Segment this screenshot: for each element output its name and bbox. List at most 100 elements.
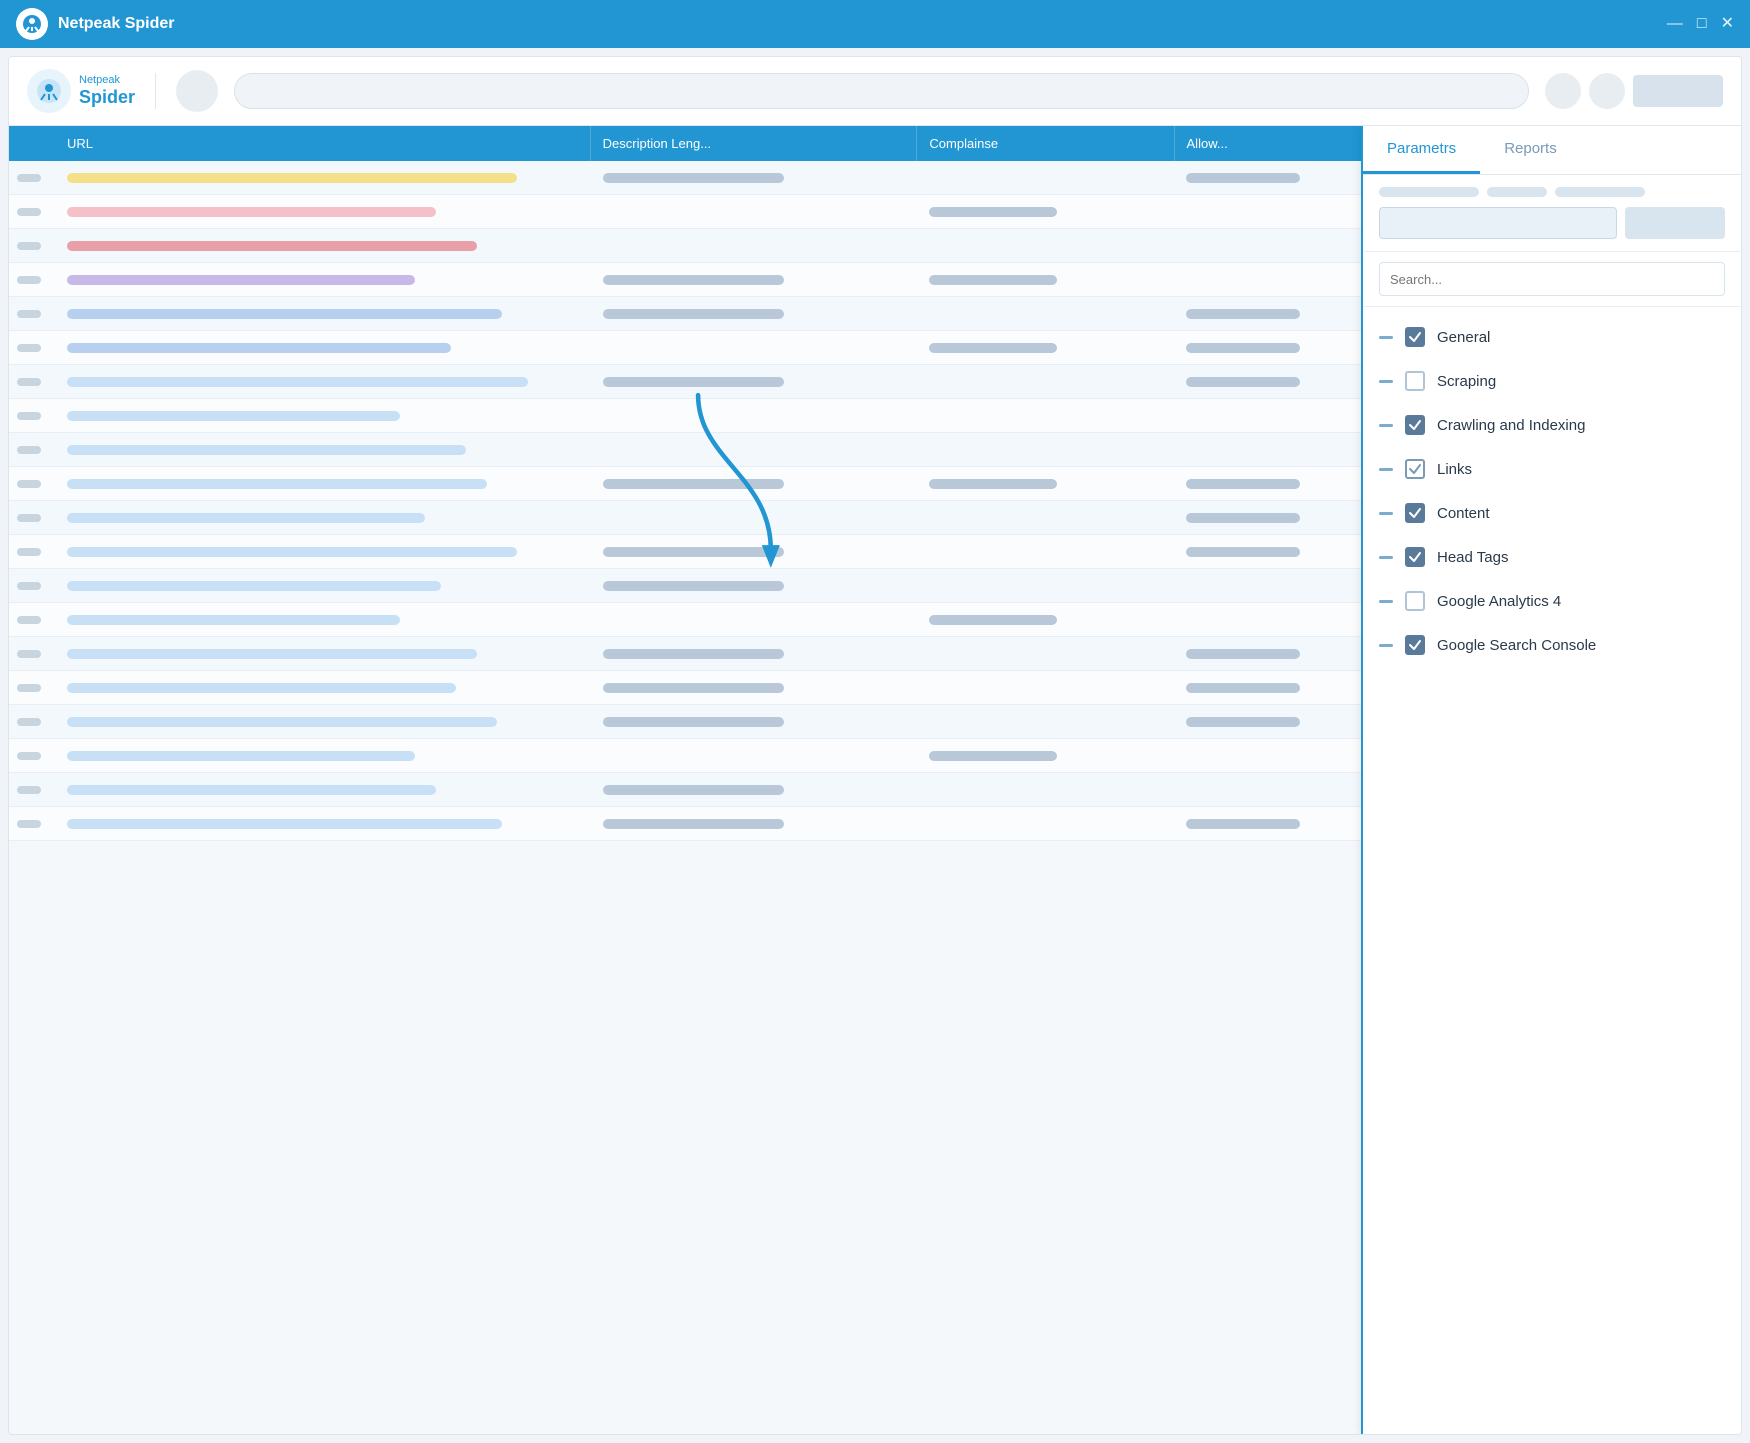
table-row[interactable] xyxy=(9,671,1361,705)
param-checkbox[interactable] xyxy=(1405,635,1425,655)
toolbar-main-button[interactable] xyxy=(1633,75,1723,107)
table-row[interactable] xyxy=(9,705,1361,739)
dash-icon xyxy=(1379,468,1393,471)
col-header-num xyxy=(9,126,55,161)
col-header-url[interactable]: URL xyxy=(55,126,591,161)
param-label: Content xyxy=(1437,505,1490,522)
table-row[interactable] xyxy=(9,501,1361,535)
cell-desc xyxy=(591,645,918,663)
table-row[interactable] xyxy=(9,331,1361,365)
cell-desc xyxy=(591,242,918,250)
cell-desc xyxy=(591,271,918,289)
col-header-allow[interactable]: Allow... xyxy=(1175,126,1361,161)
cell-allow xyxy=(1174,679,1361,697)
param-label: Scraping xyxy=(1437,373,1496,390)
cell-num xyxy=(9,340,55,356)
table-row[interactable] xyxy=(9,535,1361,569)
cell-desc xyxy=(591,475,918,493)
param-checkbox[interactable] xyxy=(1405,415,1425,435)
minimize-button[interactable]: — xyxy=(1667,16,1683,32)
param-checkbox[interactable] xyxy=(1405,371,1425,391)
app-title: Netpeak Spider xyxy=(58,15,1667,33)
cell-comp xyxy=(917,747,1174,765)
dash-icon xyxy=(1379,336,1393,339)
tab-parametrs[interactable]: Parametrs xyxy=(1363,126,1480,174)
table-row[interactable] xyxy=(9,399,1361,433)
table-row[interactable] xyxy=(9,773,1361,807)
table-row[interactable] xyxy=(9,195,1361,229)
cell-num xyxy=(9,578,55,594)
cell-comp xyxy=(917,611,1174,629)
table-row[interactable] xyxy=(9,263,1361,297)
table-row[interactable] xyxy=(9,603,1361,637)
table-row[interactable] xyxy=(9,739,1361,773)
toolbar-action-1[interactable] xyxy=(1545,73,1581,109)
param-item-content[interactable]: Content xyxy=(1363,491,1741,535)
cell-allow xyxy=(1174,616,1361,624)
toolbar-avatar xyxy=(176,70,218,112)
cell-comp xyxy=(917,412,1174,420)
param-item-google-search-console[interactable]: Google Search Console xyxy=(1363,623,1741,667)
param-label: Links xyxy=(1437,461,1472,478)
app-frame: Netpeak Spider URL Description Leng... C… xyxy=(8,56,1742,1435)
cell-url xyxy=(55,577,591,595)
param-item-links[interactable]: Links xyxy=(1363,447,1741,491)
col-header-comp[interactable]: Complainse xyxy=(917,126,1174,161)
brand-top: Netpeak xyxy=(79,74,135,87)
cell-url xyxy=(55,645,591,663)
tab-reports[interactable]: Reports xyxy=(1480,126,1581,174)
cell-comp xyxy=(917,446,1174,454)
ctrl-ph-2 xyxy=(1487,187,1547,197)
toolbar-action-2[interactable] xyxy=(1589,73,1625,109)
cell-num xyxy=(9,612,55,628)
param-checkbox[interactable] xyxy=(1405,591,1425,611)
param-checkbox[interactable] xyxy=(1405,459,1425,479)
table-row[interactable] xyxy=(9,807,1361,841)
cell-url xyxy=(55,679,591,697)
table-row[interactable] xyxy=(9,637,1361,671)
panel-tabs: Parametrs Reports xyxy=(1363,126,1741,175)
maximize-button[interactable]: □ xyxy=(1697,16,1707,32)
cell-desc xyxy=(591,208,918,216)
param-item-scraping[interactable]: Scraping xyxy=(1363,359,1741,403)
param-item-general[interactable]: General xyxy=(1363,315,1741,359)
table-row[interactable] xyxy=(9,433,1361,467)
ctrl-button[interactable] xyxy=(1625,207,1725,239)
panel-controls xyxy=(1363,175,1741,252)
param-checkbox[interactable] xyxy=(1405,327,1425,347)
param-item-crawling-and-indexing[interactable]: Crawling and Indexing xyxy=(1363,403,1741,447)
param-item-head-tags[interactable]: Head Tags xyxy=(1363,535,1741,579)
table-row[interactable] xyxy=(9,161,1361,195)
ctrl-select[interactable] xyxy=(1379,207,1617,239)
panel-search xyxy=(1363,252,1741,307)
table-row[interactable] xyxy=(9,467,1361,501)
table-row[interactable] xyxy=(9,229,1361,263)
cell-desc xyxy=(591,616,918,624)
cell-url xyxy=(55,373,591,391)
search-input[interactable] xyxy=(1379,262,1725,296)
cell-num xyxy=(9,680,55,696)
col-header-desc[interactable]: Description Leng... xyxy=(591,126,918,161)
toolbar-logo: Netpeak Spider xyxy=(27,69,135,113)
control-row-1 xyxy=(1379,187,1725,197)
cell-num xyxy=(9,306,55,322)
cell-comp xyxy=(917,378,1174,386)
param-checkbox[interactable] xyxy=(1405,547,1425,567)
cell-comp xyxy=(917,820,1174,828)
cell-url xyxy=(55,781,591,799)
close-button[interactable]: ✕ xyxy=(1721,16,1734,32)
table-area: URL Description Leng... Complainse Allow… xyxy=(9,126,1361,1434)
cell-comp xyxy=(917,271,1174,289)
spider-icon xyxy=(27,69,71,113)
cell-allow xyxy=(1174,645,1361,663)
param-label: Google Analytics 4 xyxy=(1437,593,1561,610)
table-row[interactable] xyxy=(9,365,1361,399)
url-bar[interactable] xyxy=(234,73,1529,109)
param-checkbox[interactable] xyxy=(1405,503,1425,523)
cell-desc xyxy=(591,169,918,187)
table-row[interactable] xyxy=(9,297,1361,331)
cell-allow xyxy=(1174,713,1361,731)
table-row[interactable] xyxy=(9,569,1361,603)
cell-comp xyxy=(917,475,1174,493)
param-item-google-analytics-4[interactable]: Google Analytics 4 xyxy=(1363,579,1741,623)
